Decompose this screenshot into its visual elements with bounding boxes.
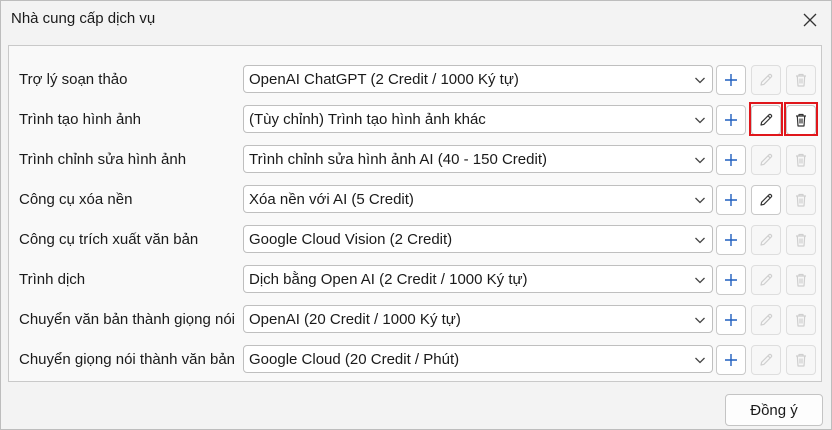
provider-row: Trình dịch Dịch bằng Open AI (2 Credit / …	[9, 265, 821, 295]
provider-select-value: Trình chỉnh sửa hình ảnh AI (40 - 150 Cr…	[249, 151, 547, 168]
pencil-icon	[760, 353, 773, 366]
provider-row: Chuyển văn bản thành giọng nói OpenAI (20…	[9, 305, 821, 335]
provider-row-label: Trình dịch	[19, 271, 86, 288]
delete-provider-button[interactable]	[786, 65, 816, 95]
delete-provider-button[interactable]	[786, 225, 816, 255]
plus-icon	[725, 354, 737, 366]
add-provider-button[interactable]	[716, 185, 746, 215]
edit-provider-button[interactable]	[751, 305, 781, 335]
dialog-title: Nhà cung cấp dịch vụ	[11, 10, 156, 27]
edit-provider-button[interactable]	[751, 65, 781, 95]
provider-select-value: (Tùy chỉnh) Trình tạo hình ảnh khác	[249, 111, 486, 128]
providers-panel: Trợ lý soạn thảo OpenAI ChatGPT (2 Credit…	[8, 45, 822, 382]
plus-icon	[725, 114, 737, 126]
provider-select-value: OpenAI (20 Credit / 1000 Ký tự)	[249, 311, 461, 328]
add-provider-button[interactable]	[716, 145, 746, 175]
provider-row-label: Công cụ xóa nền	[19, 191, 133, 208]
chevron-down-icon	[695, 77, 705, 84]
provider-row-label: Trình chỉnh sửa hình ảnh	[19, 151, 187, 168]
ok-button-label: Đồng ý	[750, 401, 798, 419]
trash-icon	[796, 353, 806, 367]
provider-row: Trình chỉnh sửa hình ảnh Trình chỉnh sửa …	[9, 145, 821, 175]
close-icon	[803, 13, 817, 27]
add-provider-button[interactable]	[716, 305, 746, 335]
plus-icon	[725, 274, 737, 286]
trash-icon	[796, 153, 806, 167]
add-provider-button[interactable]	[716, 265, 746, 295]
plus-icon	[725, 314, 737, 326]
close-button[interactable]	[795, 5, 825, 35]
provider-select-value: Xóa nền với AI (5 Credit)	[249, 191, 414, 208]
pencil-icon	[760, 193, 773, 206]
chevron-down-icon	[695, 357, 705, 364]
chevron-down-icon	[695, 157, 705, 164]
delete-provider-button[interactable]	[786, 145, 816, 175]
provider-select[interactable]: OpenAI (20 Credit / 1000 Ký tự)	[243, 305, 713, 333]
edit-provider-button[interactable]	[751, 185, 781, 215]
chevron-down-icon	[695, 117, 705, 124]
provider-row-label: Trình tạo hình ảnh	[19, 111, 142, 128]
chevron-down-icon	[695, 317, 705, 324]
edit-provider-button[interactable]	[751, 265, 781, 295]
provider-row-label: Chuyển văn bản thành giọng nói	[19, 311, 236, 328]
pencil-icon	[760, 273, 773, 286]
add-provider-button[interactable]	[716, 345, 746, 375]
delete-provider-button[interactable]	[786, 305, 816, 335]
pencil-icon	[760, 73, 773, 86]
provider-select[interactable]: Dịch bằng Open AI (2 Credit / 1000 Ký tự…	[243, 265, 713, 293]
provider-select[interactable]: Google Cloud (20 Credit / Phút)	[243, 345, 713, 373]
delete-provider-button[interactable]	[786, 185, 816, 215]
pencil-icon	[760, 313, 773, 326]
plus-icon	[725, 234, 737, 246]
provider-select[interactable]: OpenAI ChatGPT (2 Credit / 1000 Ký tự)	[243, 65, 713, 93]
title-bar: Nhà cung cấp dịch vụ	[1, 1, 831, 39]
pencil-icon	[760, 113, 773, 126]
add-provider-button[interactable]	[716, 225, 746, 255]
edit-provider-button[interactable]	[751, 225, 781, 255]
trash-icon	[796, 233, 806, 247]
trash-icon	[796, 193, 806, 207]
provider-row-label: Công cụ trích xuất văn bản	[19, 231, 199, 248]
provider-row: Trình tạo hình ảnh (Tùy chỉnh) Trình tạo …	[9, 102, 821, 136]
edit-provider-button[interactable]	[751, 145, 781, 175]
provider-row-label: Chuyển giọng nói thành văn bản	[19, 351, 236, 368]
delete-provider-button[interactable]	[786, 265, 816, 295]
delete-provider-button[interactable]	[786, 105, 816, 135]
provider-row-label: Trợ lý soạn thảo	[19, 71, 128, 88]
provider-row: Trợ lý soạn thảo OpenAI ChatGPT (2 Credit…	[9, 65, 821, 95]
provider-select-value: Dịch bằng Open AI (2 Credit / 1000 Ký tự…	[249, 271, 528, 288]
provider-row: Công cụ xóa nền Xóa nền với AI (5 Credit)	[9, 185, 821, 215]
plus-icon	[725, 194, 737, 206]
pencil-icon	[760, 153, 773, 166]
plus-icon	[725, 154, 737, 166]
add-provider-button[interactable]	[716, 105, 746, 135]
provider-select[interactable]: (Tùy chỉnh) Trình tạo hình ảnh khác	[243, 105, 713, 133]
provider-select[interactable]: Trình chỉnh sửa hình ảnh AI (40 - 150 Cr…	[243, 145, 713, 173]
delete-provider-button[interactable]	[786, 345, 816, 375]
chevron-down-icon	[695, 197, 705, 204]
edit-provider-button[interactable]	[751, 345, 781, 375]
provider-select-value: Google Cloud Vision (2 Credit)	[249, 231, 453, 248]
provider-row: Chuyển giọng nói thành văn bản Google Clo…	[9, 345, 821, 375]
pencil-icon	[760, 233, 773, 246]
provider-select-value: OpenAI ChatGPT (2 Credit / 1000 Ký tự)	[249, 71, 519, 88]
plus-icon	[725, 74, 737, 86]
chevron-down-icon	[695, 237, 705, 244]
provider-row: Công cụ trích xuất văn bản Google Cloud V…	[9, 225, 821, 255]
provider-select[interactable]: Xóa nền với AI (5 Credit)	[243, 185, 713, 213]
dialog-window: Nhà cung cấp dịch vụ Trợ lý soạn thảo Ope…	[0, 0, 832, 430]
trash-icon	[796, 313, 806, 327]
trash-icon	[796, 113, 806, 127]
ok-button[interactable]: Đồng ý	[725, 394, 823, 426]
provider-select-value: Google Cloud (20 Credit / Phút)	[249, 351, 460, 368]
trash-icon	[796, 73, 806, 87]
trash-icon	[796, 273, 806, 287]
chevron-down-icon	[695, 277, 705, 284]
edit-provider-button[interactable]	[751, 105, 781, 135]
add-provider-button[interactable]	[716, 65, 746, 95]
provider-select[interactable]: Google Cloud Vision (2 Credit)	[243, 225, 713, 253]
